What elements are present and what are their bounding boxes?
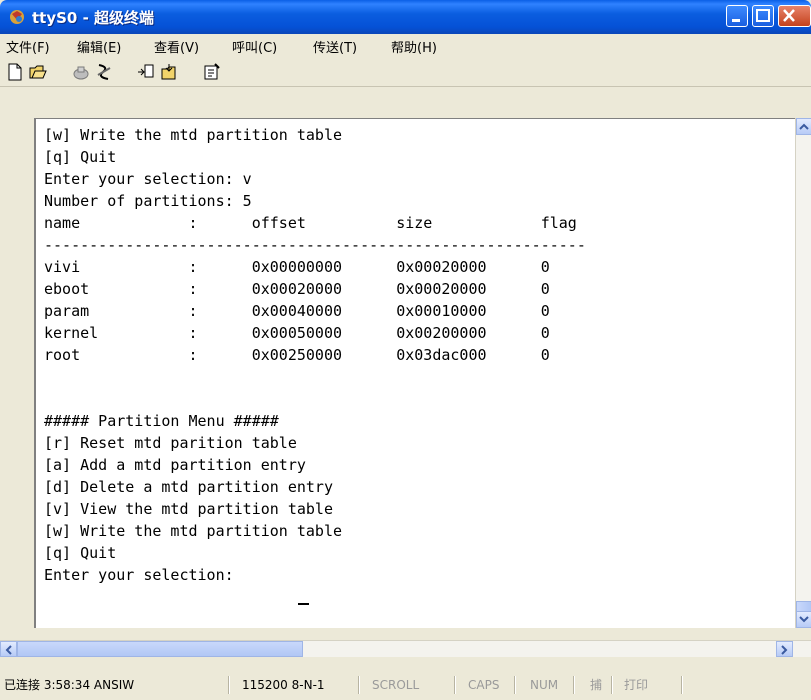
menu-help[interactable]: 帮助(H) — [391, 37, 437, 56]
send-icon[interactable] — [137, 63, 155, 81]
terminal-line: [r] Reset mtd parition table — [44, 434, 297, 452]
status-divider — [514, 676, 516, 694]
terminal-line: [w] Write the mtd partition table — [44, 126, 343, 144]
scroll-up-button[interactable] — [796, 118, 811, 135]
properties-icon[interactable] — [203, 63, 221, 81]
toolbar — [0, 58, 811, 87]
status-connection: 已连接 3:58:34 ANSIW — [4, 678, 135, 692]
terminal-line: [d] Delete a mtd partition entry — [44, 478, 333, 496]
status-divider — [228, 676, 230, 694]
menu-bar: 文件(F) 编辑(E) 查看(V) 呼叫(C) 传送(T) 帮助(H) — [0, 34, 811, 58]
menu-edit[interactable]: 编辑(E) — [77, 37, 121, 56]
title-bar[interactable]: ttyS0 - 超级终端 — [0, 0, 811, 34]
status-divider — [573, 676, 575, 694]
status-bar: 已连接 3:58:34 ANSIW 115200 8-N-1 SCROLL CA… — [0, 670, 811, 700]
status-num: NUM — [530, 678, 559, 692]
status-print: 打印 — [624, 678, 649, 692]
horizontal-scroll-thumb[interactable] — [17, 641, 303, 657]
terminal-line: [a] Add a mtd partition entry — [44, 456, 306, 474]
menu-transfer[interactable]: 传送(T) — [313, 37, 357, 56]
status-capture: 捕 — [590, 678, 603, 692]
chevron-down-icon — [799, 616, 809, 623]
maximize-button[interactable] — [752, 5, 774, 27]
status-port-settings: 115200 8-N-1 — [242, 678, 325, 692]
terminal-line: [w] Write the mtd partition table — [44, 522, 343, 540]
terminal-line: [v] View the mtd partition table — [44, 500, 333, 518]
horizontal-scrollbar[interactable] — [0, 640, 811, 657]
status-scroll: SCROLL — [372, 678, 420, 692]
new-icon[interactable] — [6, 63, 24, 81]
minimize-icon — [732, 19, 740, 22]
text-cursor — [298, 603, 309, 605]
terminal-line: vivi : 0x00000000 0x00020000 0 — [44, 258, 550, 276]
vertical-scrollbar[interactable] — [795, 118, 811, 628]
close-button[interactable] — [778, 5, 811, 27]
terminal-prompt: Enter your selection: — [44, 566, 243, 584]
status-divider — [611, 676, 613, 694]
close-icon — [783, 9, 795, 22]
disconnect-icon[interactable] — [95, 63, 113, 81]
hyperterminal-app-icon — [10, 10, 24, 24]
terminal-line: Enter your selection: v — [44, 170, 252, 188]
terminal-line: Number of partitions: 5 — [44, 192, 252, 210]
terminal-line: kernel : 0x00050000 0x00200000 0 — [44, 324, 550, 342]
status-caps: CAPS — [468, 678, 500, 692]
status-divider — [681, 676, 683, 694]
chevron-right-icon — [781, 645, 788, 655]
connect-icon[interactable] — [72, 63, 90, 81]
menu-call[interactable]: 呼叫(C) — [232, 37, 277, 56]
scroll-left-button[interactable] — [0, 641, 17, 657]
receive-icon[interactable] — [160, 63, 178, 81]
menu-file[interactable]: 文件(F) — [6, 37, 50, 56]
status-divider — [454, 676, 456, 694]
maximize-icon — [756, 9, 770, 22]
status-divider — [358, 676, 360, 694]
scroll-right-button[interactable] — [776, 641, 793, 657]
terminal-line: param : 0x00040000 0x00010000 0 — [44, 302, 550, 320]
terminal-line: root : 0x00250000 0x03dac000 0 — [44, 346, 550, 364]
scroll-down-button[interactable] — [796, 611, 811, 628]
terminal-line: [q] Quit — [44, 544, 117, 562]
terminal-line: ----------------------------------------… — [44, 236, 586, 254]
terminal-line: eboot : 0x00020000 0x00020000 0 — [44, 280, 550, 298]
terminal-screen[interactable]: [w] Write the mtd partition table [q] Qu… — [34, 118, 795, 628]
open-icon[interactable] — [29, 63, 47, 81]
menu-view[interactable]: 查看(V) — [154, 37, 199, 56]
chevron-left-icon — [5, 645, 12, 655]
terminal-line: name : offset size flag — [44, 214, 577, 232]
terminal-line: ##### Partition Menu ##### — [44, 412, 279, 430]
chevron-up-icon — [799, 123, 809, 130]
window-title: ttyS0 - 超级终端 — [32, 9, 155, 27]
terminal-line: [q] Quit — [44, 148, 117, 166]
hyperterminal-window: ttyS0 - 超级终端 文件(F) 编辑(E) 查看(V) 呼叫(C) 传送(… — [0, 0, 811, 700]
minimize-button[interactable] — [726, 5, 748, 27]
